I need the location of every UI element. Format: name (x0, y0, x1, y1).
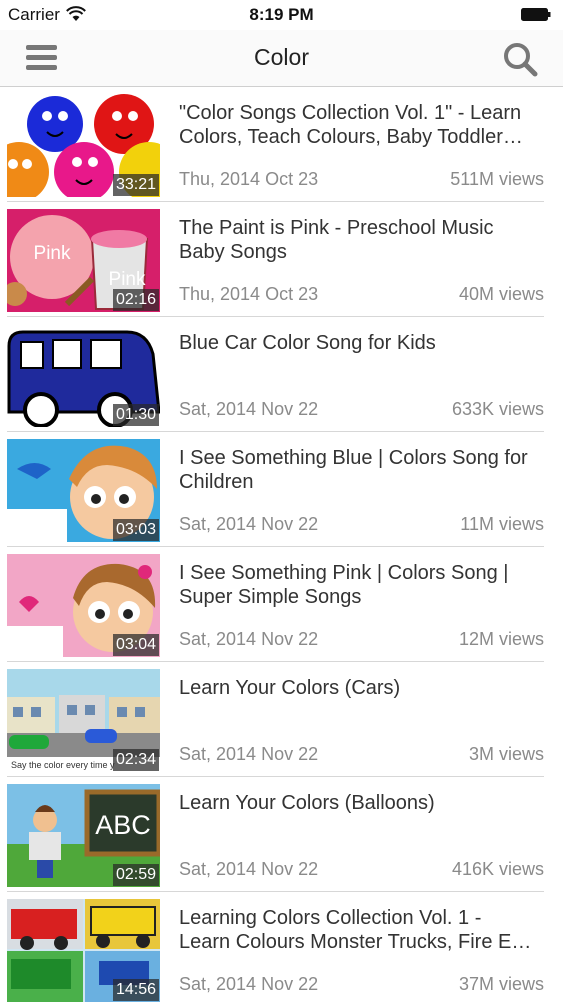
video-thumbnail[interactable]: 01:30 (7, 324, 160, 427)
video-row[interactable]: 03:03 I See Something Blue | Colors Song… (0, 432, 563, 547)
video-title: "Color Songs Collection Vol. 1" - Learn … (179, 102, 523, 148)
video-thumbnail[interactable]: 33:21 (7, 94, 160, 197)
video-title: I See Something Blue | Colors Song for C… (179, 447, 528, 493)
video-views: 12M views (458, 629, 544, 649)
video-thumbnail[interactable]: ABC 02:59 (7, 784, 160, 887)
nav-bar: Color (0, 30, 563, 87)
video-duration: 01:30 (112, 404, 159, 426)
video-date: Thu, 2014 Oct 23 (179, 284, 319, 304)
video-date: Sat, 2014 Nov 22 (179, 974, 319, 994)
video-views: 37M views (458, 974, 544, 994)
video-title: Blue Car Color Song for Kids (179, 332, 436, 354)
svg-text:Pink: Pink (109, 269, 146, 290)
video-duration: 03:03 (112, 519, 159, 541)
video-views: 511M views (450, 169, 544, 189)
video-row[interactable]: 01:30 Blue Car Color Song for Kids Sat, … (0, 317, 563, 432)
video-duration: 02:34 (112, 749, 159, 771)
clock: 8:19 PM (249, 5, 314, 24)
video-date: Sat, 2014 Nov 22 (179, 744, 319, 764)
video-thumbnail[interactable]: 03:03 (7, 439, 160, 542)
battery-icon (521, 8, 551, 21)
video-duration: 02:16 (112, 289, 159, 311)
video-title: I See Something Pink | Colors Song | Sup… (179, 562, 509, 608)
video-row[interactable]: 03:04 I See Something Pink | Colors Song… (0, 547, 563, 662)
video-row[interactable]: 14:56 Learning Colors Collection Vol. 1 … (0, 892, 563, 1007)
video-date: Sat, 2014 Nov 22 (179, 859, 319, 879)
video-views: 416K views (451, 859, 544, 879)
status-bar: Carrier 8:19 PM (0, 0, 563, 30)
video-thumbnail[interactable]: Say the color every time y 02:34 (7, 669, 160, 772)
video-duration: 02:59 (112, 864, 159, 886)
video-duration: 33:21 (112, 174, 159, 196)
video-row[interactable]: Pink Pink 02:16 The Paint is Pink - Pres… (0, 202, 563, 317)
video-title: The Paint is Pink - Preschool Music Baby… (179, 217, 494, 263)
video-date: Thu, 2014 Oct 23 (179, 169, 319, 189)
video-duration: 03:04 (112, 634, 159, 656)
video-duration: 14:56 (112, 979, 159, 1001)
video-views: 633K views (451, 399, 544, 419)
svg-text:Pink: Pink (34, 243, 71, 264)
video-title: Learning Colors Collection Vol. 1 - Lear… (179, 907, 532, 953)
video-date: Sat, 2014 Nov 22 (179, 399, 319, 419)
video-thumbnail[interactable]: 03:04 (7, 554, 160, 657)
search-icon[interactable] (500, 40, 540, 80)
video-title: Learn Your Colors (Balloons) (179, 792, 435, 814)
video-thumbnail[interactable]: 14:56 (7, 899, 160, 1002)
svg-text:ABC: ABC (95, 810, 151, 840)
svg-text:Say the color every time y: Say the color every time y (11, 760, 115, 770)
page-title: Color (254, 44, 309, 70)
video-title: Learn Your Colors (Cars) (179, 677, 401, 699)
video-views: 11M views (460, 514, 544, 534)
video-row[interactable]: 33:21 "Color Songs Collection Vol. 1" - … (0, 87, 563, 202)
video-row[interactable]: ABC 02:59 Learn Your Colors (Balloons) S… (0, 777, 563, 892)
video-date: Sat, 2014 Nov 22 (179, 514, 319, 534)
video-views: 40M views (458, 284, 544, 304)
video-views: 3M views (468, 744, 544, 764)
video-thumbnail[interactable]: Pink Pink 02:16 (7, 209, 160, 312)
video-date: Sat, 2014 Nov 22 (179, 629, 319, 649)
video-row[interactable]: Say the color every time y 02:34 Learn Y… (0, 662, 563, 777)
